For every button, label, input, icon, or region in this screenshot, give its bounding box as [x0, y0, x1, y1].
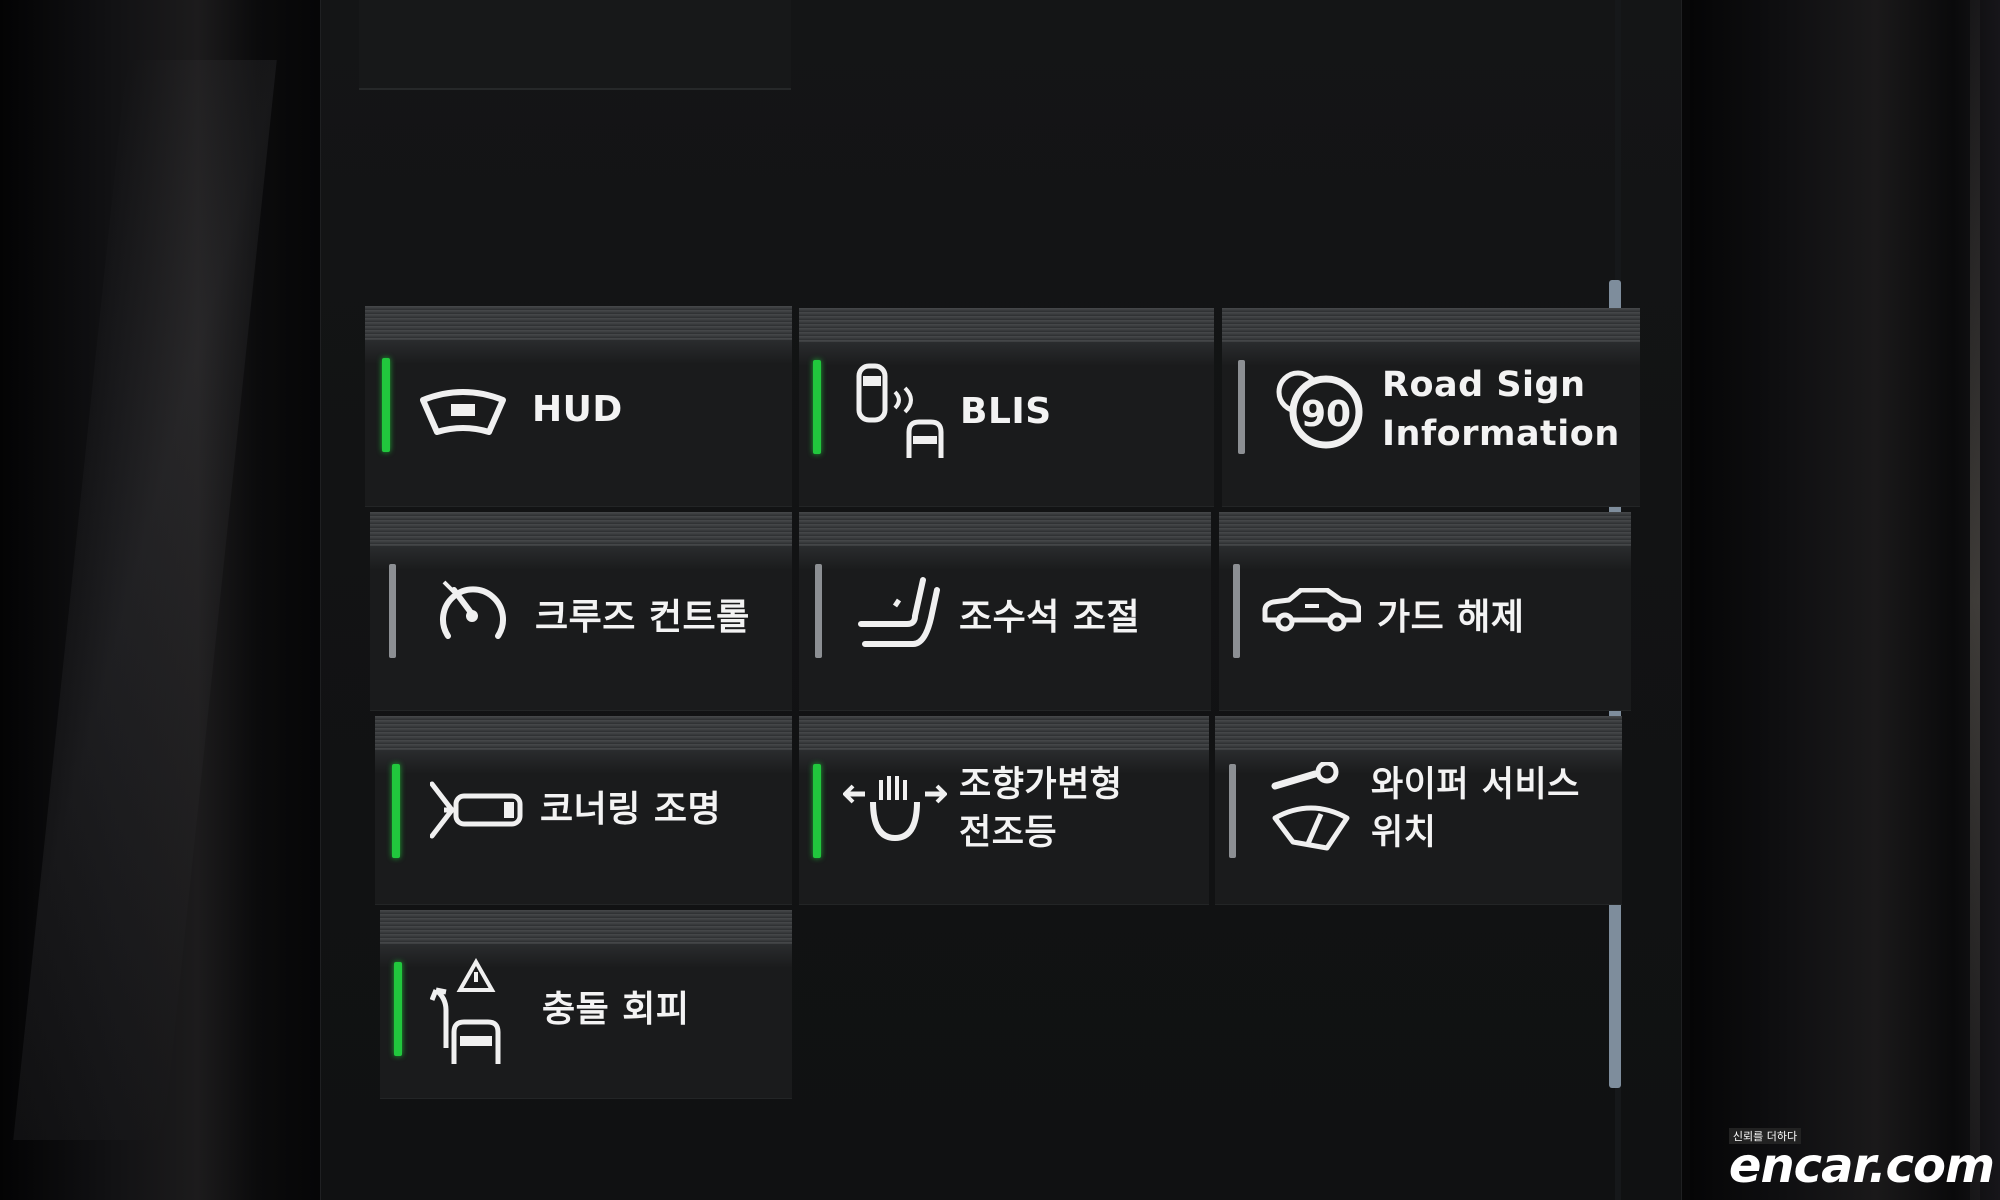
previous-tile-partial[interactable]: [359, 0, 791, 90]
car-alarm-icon: [1261, 588, 1361, 634]
tile-passenger-seat[interactable]: 조수석 조절: [799, 512, 1211, 711]
cruise-control-speedometer-icon: [434, 576, 512, 648]
road-sign-label-line2: Information: [1382, 414, 1620, 454]
wiper-inactive-indicator: [1229, 764, 1236, 858]
tile-collision-avoidance[interactable]: 충돌 회피: [380, 910, 792, 1099]
tile-hud[interactable]: HUD: [365, 306, 792, 507]
seat-inactive-indicator: [815, 564, 822, 658]
tile-cruise-control[interactable]: 크루즈 컨트롤: [370, 512, 792, 711]
watermark: 신뢰를 더하다 encar.com: [1728, 1125, 1995, 1194]
cornering-active-indicator: [392, 764, 400, 858]
wiper-service-label-line2: 위치: [1371, 813, 1437, 853]
collision-avoidance-label: 충돌 회피: [542, 989, 690, 1030]
wiper-service-label-line1: 와이퍼 서비스: [1371, 765, 1580, 805]
blis-active-indicator: [813, 360, 821, 454]
tile-blis[interactable]: BLIS: [799, 308, 1214, 507]
road-sign-label-line1: Road Sign: [1382, 365, 1586, 405]
adaptive-headlight-label-line2: 전조등: [959, 813, 1058, 853]
guard-release-label: 가드 해제: [1377, 597, 1525, 638]
left-bezel: [0, 0, 330, 1200]
cruise-inactive-indicator: [389, 564, 396, 658]
collision-active-indicator: [394, 962, 402, 1056]
tile-wiper-service[interactable]: 와이퍼 서비스 위치: [1215, 716, 1622, 905]
hud-label: HUD: [532, 389, 623, 430]
cornering-light-label: 코너링 조명: [540, 789, 722, 830]
blis-label: BLIS: [960, 391, 1052, 432]
adaptive-headlight-label-line1: 조향가변형: [959, 765, 1123, 805]
tile-guard-release[interactable]: 가드 해제: [1219, 512, 1631, 711]
collision-avoidance-icon: [430, 958, 510, 1068]
cornering-light-icon: [430, 780, 524, 840]
speed-limit-sign-icon: 90: [1274, 366, 1366, 450]
wiper-service-icon: [1271, 762, 1351, 852]
cruise-control-label: 크루즈 컨트롤: [535, 597, 750, 638]
tile-adaptive-headlight[interactable]: 조향가변형 전조등: [799, 716, 1209, 905]
svg-text:90: 90: [1301, 394, 1351, 435]
blind-spot-car-icon: [851, 362, 947, 464]
tile-cornering-light[interactable]: 코너링 조명: [375, 716, 792, 905]
seat-icon: [851, 572, 941, 656]
windshield-hud-icon: [417, 386, 509, 438]
hud-active-indicator: [382, 358, 390, 452]
tile-road-sign[interactable]: 90 Road Sign Information: [1222, 308, 1640, 507]
passenger-seat-label: 조수석 조절: [959, 597, 1141, 638]
adaptive-headlight-icon: [843, 772, 947, 842]
watermark-brand: encar.com: [1728, 1138, 1995, 1194]
adaptive-headlight-active-indicator: [813, 764, 821, 858]
right-bezel: [1690, 0, 2000, 1200]
road-sign-inactive-indicator: [1238, 360, 1245, 454]
guard-inactive-indicator: [1233, 564, 1240, 658]
